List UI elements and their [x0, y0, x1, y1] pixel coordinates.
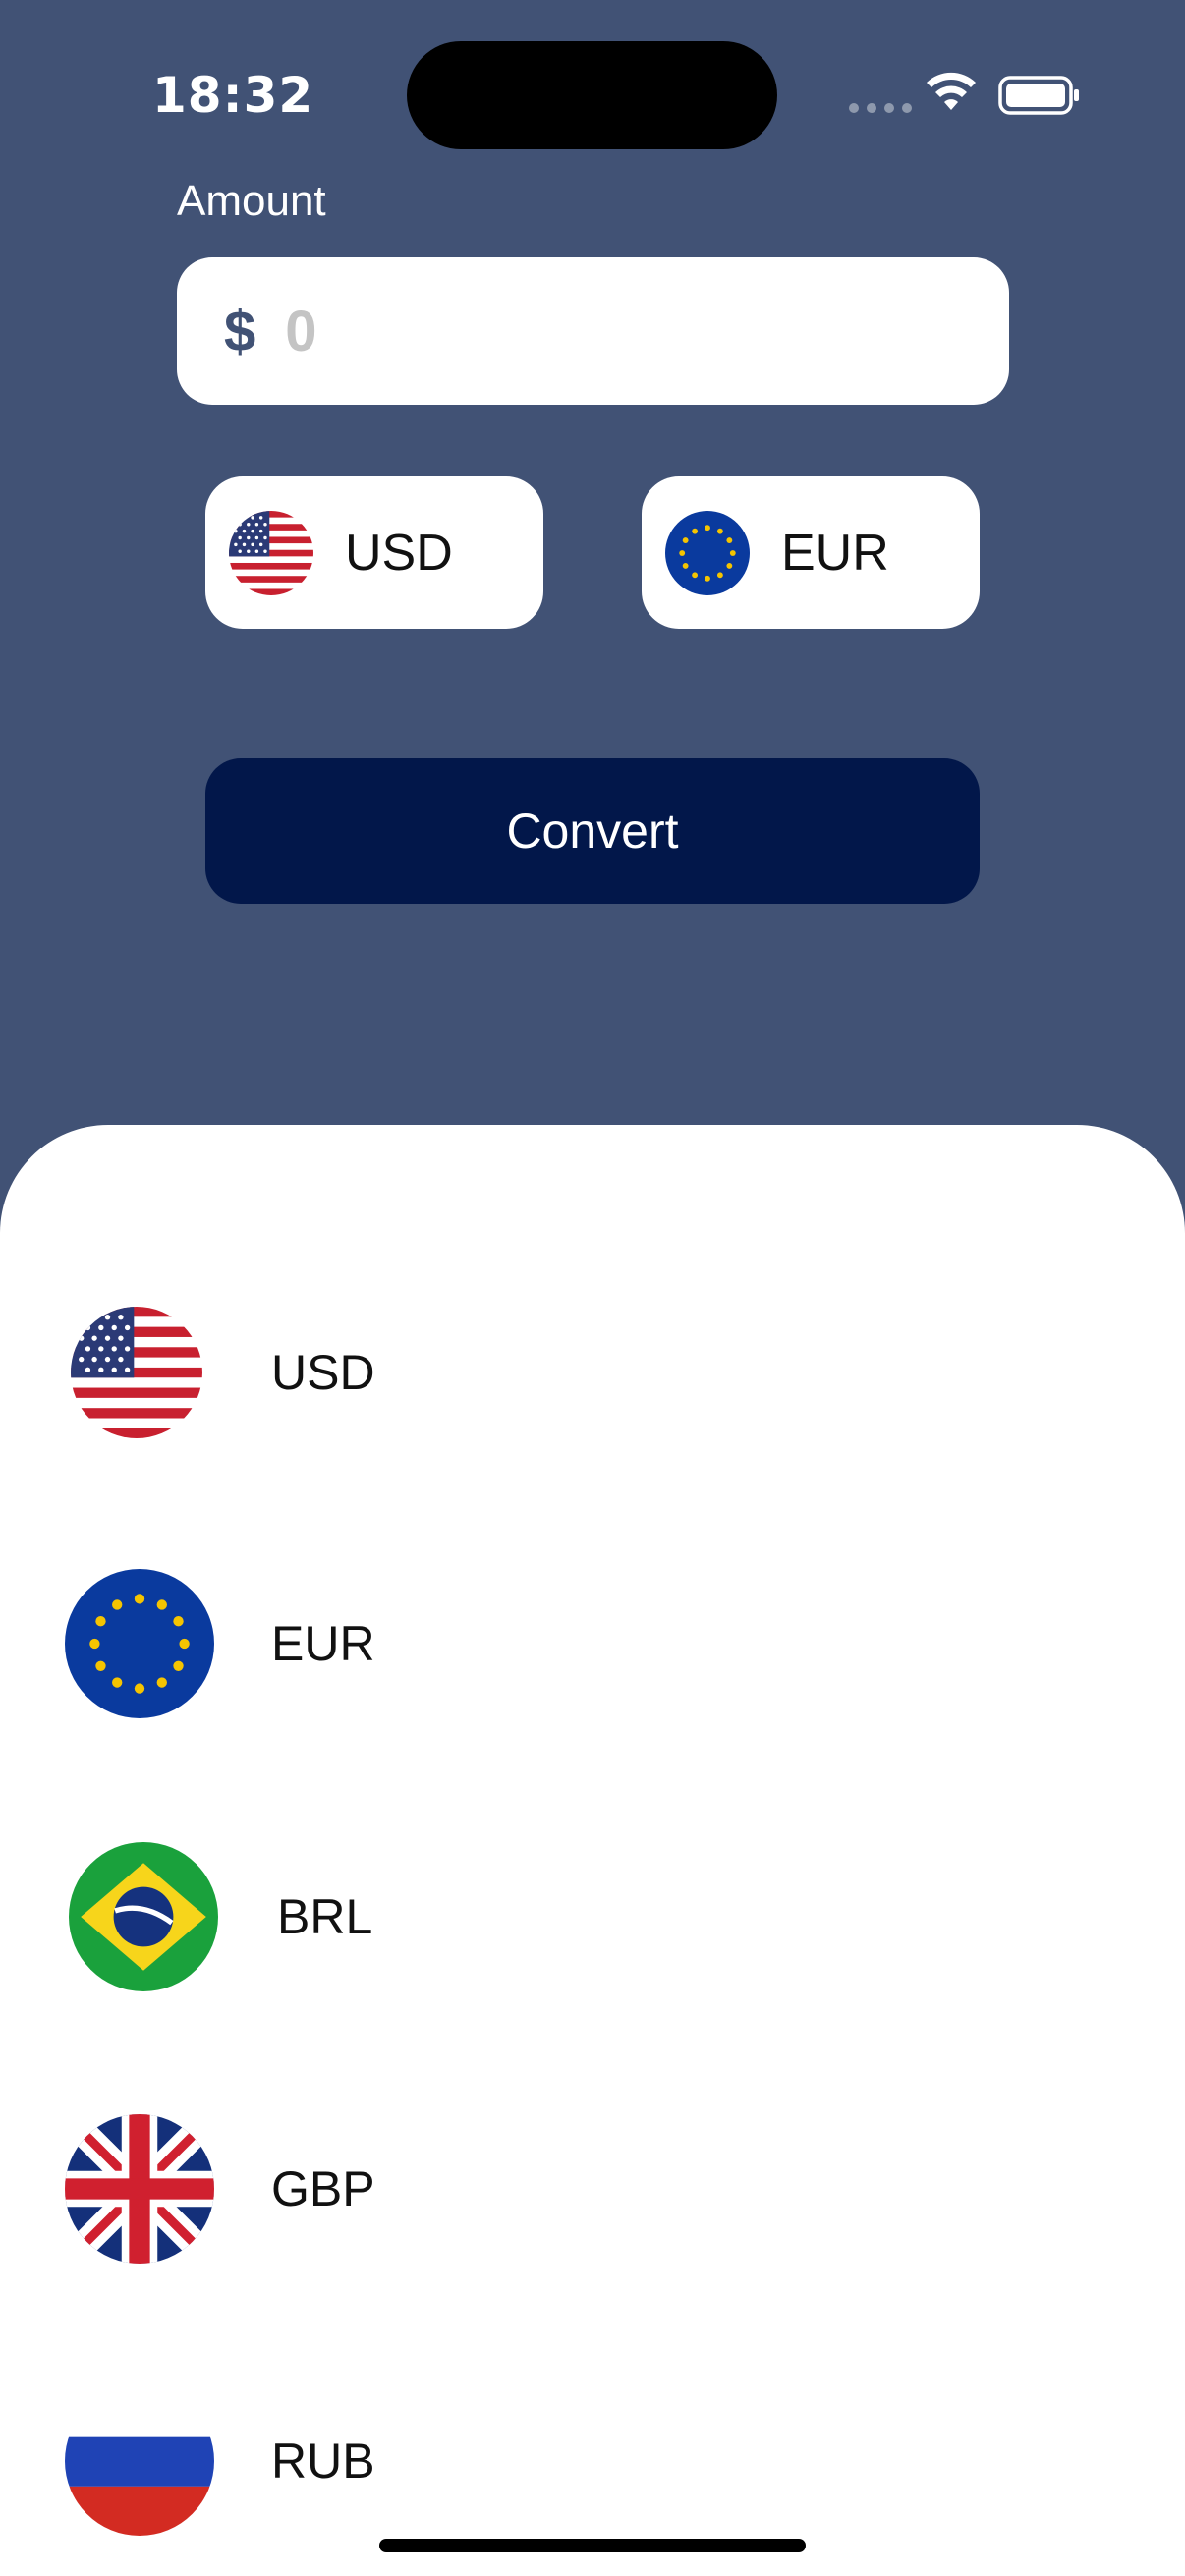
eu-flag-icon: [665, 511, 750, 595]
to-currency-code: EUR: [781, 524, 889, 582]
dynamic-island: [407, 41, 777, 149]
convert-button[interactable]: Convert: [205, 758, 980, 904]
ru-flag-icon: [65, 2386, 214, 2536]
wifi-icon: [927, 72, 976, 110]
amount-field[interactable]: $: [177, 257, 1009, 405]
currency-list-code: EUR: [271, 1616, 375, 1671]
currency-list-item-brl[interactable]: BRL: [0, 1838, 1185, 1995]
from-currency-button[interactable]: USD: [205, 476, 543, 629]
currency-list-code: BRL: [277, 1889, 373, 1944]
currency-list-code: GBP: [271, 2161, 375, 2216]
to-currency-button[interactable]: EUR: [642, 476, 980, 629]
eu-flag-icon: [65, 1569, 214, 1718]
status-time: 18:32: [152, 67, 314, 124]
cellular-signal-icon: [849, 103, 912, 113]
currency-list-item-eur[interactable]: EUR: [0, 1565, 1185, 1722]
uk-flag-icon: [65, 2114, 214, 2264]
currency-list-item-gbp[interactable]: GBP: [0, 2110, 1185, 2268]
battery-icon: [998, 76, 1079, 115]
us-flag-icon: [229, 511, 313, 595]
currency-list-code: USD: [271, 1345, 375, 1400]
currency-list-code: RUB: [271, 2434, 375, 2489]
us-flag-icon: [71, 1307, 202, 1438]
currency-list-item-usd[interactable]: USD: [0, 1294, 1185, 1451]
currency-picker-sheet: USD EUR BRL GBP RUB: [0, 1125, 1185, 2576]
amount-input[interactable]: [285, 298, 875, 364]
home-indicator[interactable]: [379, 2539, 806, 2552]
br-flag-icon: [69, 1842, 218, 1991]
currency-list-item-rub[interactable]: RUB: [0, 2382, 1185, 2540]
from-currency-code: USD: [345, 524, 453, 582]
currency-symbol: $: [224, 299, 256, 364]
amount-label: Amount: [177, 177, 326, 225]
